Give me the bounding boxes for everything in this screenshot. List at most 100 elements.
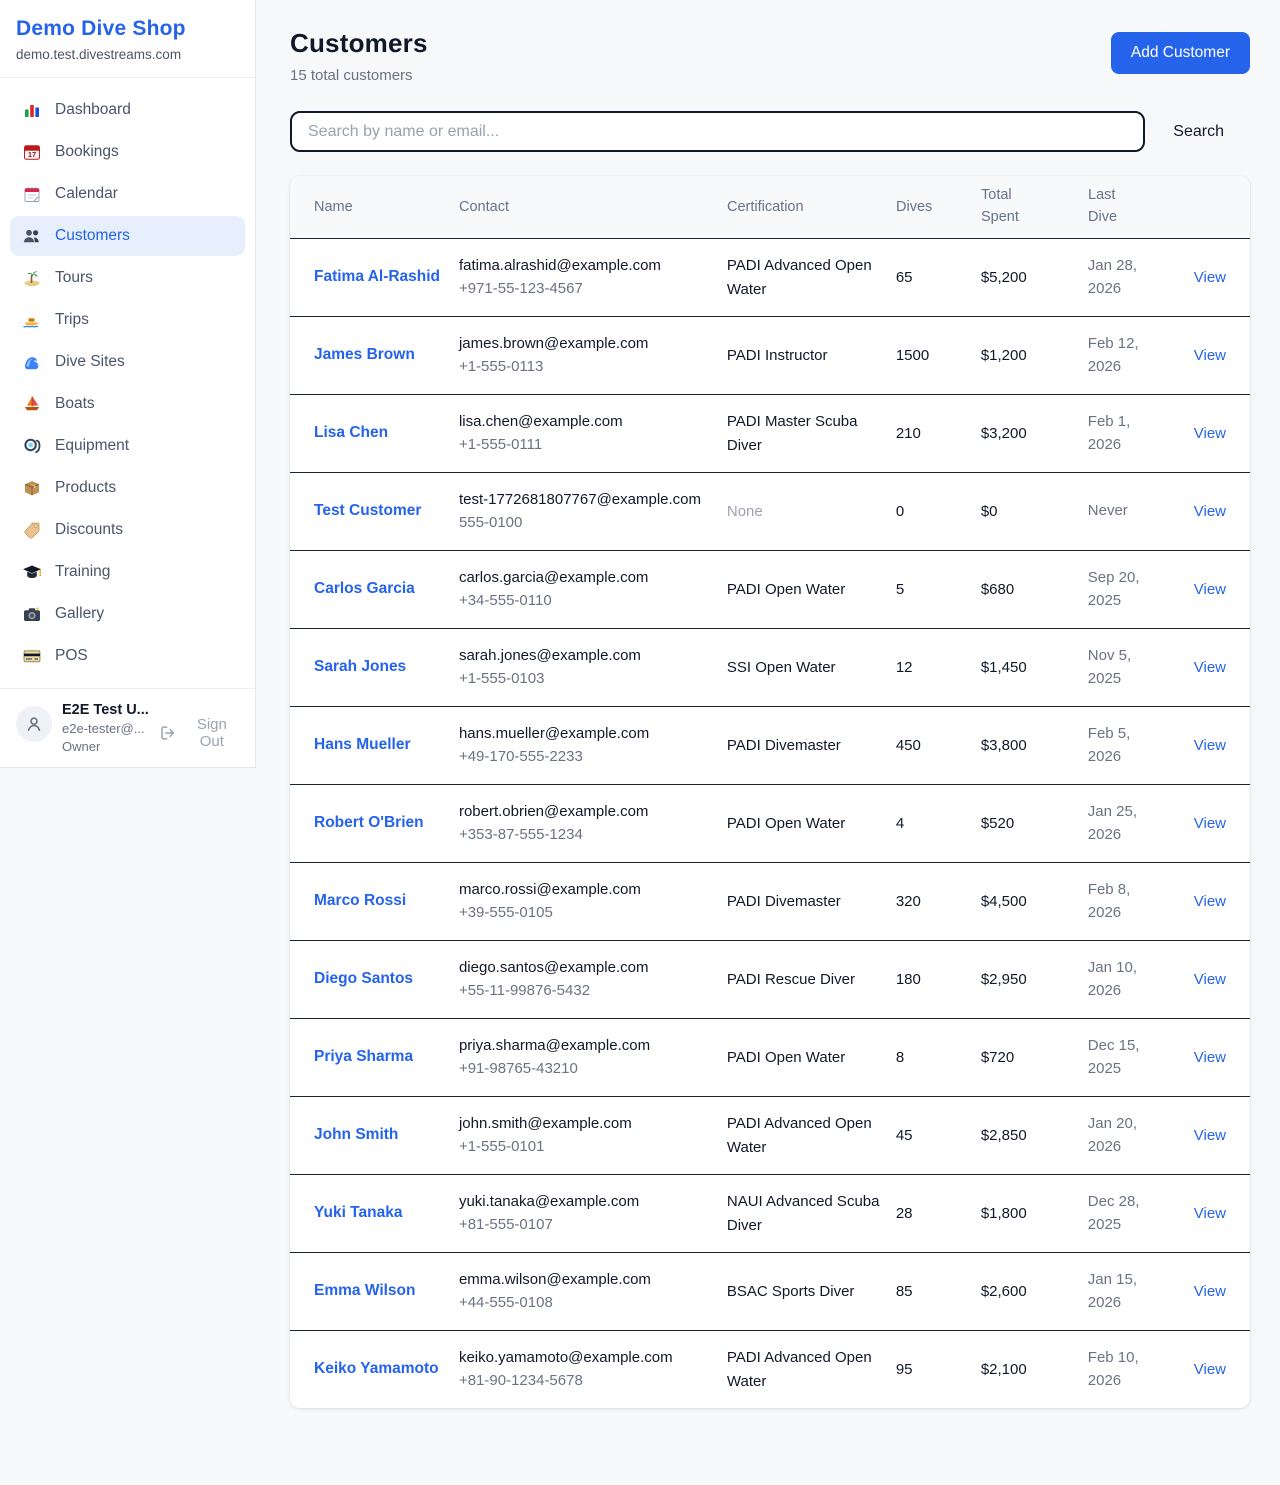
add-customer-button[interactable]: Add Customer (1111, 32, 1250, 74)
customer-name-link[interactable]: Sarah Jones (314, 655, 406, 679)
sidebar-item-equipment[interactable]: Equipment (10, 426, 245, 466)
sidebar-item-label: Customers (55, 227, 130, 245)
view-link[interactable]: View (1194, 1283, 1226, 1300)
certification-text: None (727, 503, 763, 520)
sidebar-item-label: Bookings (55, 143, 119, 161)
view-link[interactable]: View (1194, 503, 1226, 520)
customer-name-link[interactable]: Test Customer (314, 499, 421, 523)
customer-name-link[interactable]: Hans Mueller (314, 733, 410, 757)
table-row: Hans Muellerhans.mueller@example.com+49-… (290, 706, 1250, 784)
last-dive-date: Feb 1, 2026 (1088, 411, 1148, 456)
sidebar-item-tours[interactable]: Tours (10, 258, 245, 298)
certification-text: PADI Master Scuba Diver (727, 413, 858, 454)
customer-email: keiko.yamamoto@example.com (459, 1347, 713, 1370)
total-spent: $2,950 (981, 971, 1027, 988)
view-link[interactable]: View (1194, 1205, 1226, 1222)
view-link[interactable]: View (1194, 1127, 1226, 1144)
tag-icon (22, 520, 42, 540)
sign-out-button[interactable]: Sign Out (159, 702, 241, 750)
dives-count: 65 (896, 269, 913, 286)
sidebar-item-pos[interactable]: POS (10, 636, 245, 676)
table-row: Emma Wilson emma.wilson@example.com+44-55… (290, 1252, 1250, 1330)
customer-name-link[interactable]: Diego Santos (314, 967, 413, 991)
view-link[interactable]: View (1194, 659, 1226, 676)
customer-email: carlos.garcia@example.com (459, 567, 713, 590)
sidebar-item-label: Dashboard (55, 101, 131, 119)
sidebar-item-label: Gallery (55, 605, 104, 623)
customer-contact: yuki.tanaka@example.com+81-555-0107 (459, 1191, 727, 1237)
table-row: Carlos Garcia carlos.garcia@example.com+3… (290, 550, 1250, 628)
certification-text: PADI Divemaster (727, 893, 841, 910)
customer-email: test-1772681807767@example.com (459, 489, 713, 512)
customer-name-link[interactable]: Emma Wilson (314, 1279, 416, 1303)
customers-table: NameContactCertificationDivesTotal Spent… (290, 176, 1250, 1408)
view-link[interactable]: View (1194, 347, 1226, 364)
sidebar-item-calendar[interactable]: Calendar (10, 174, 245, 214)
view-link[interactable]: View (1194, 1361, 1226, 1378)
customer-name-link[interactable]: John Smith (314, 1123, 398, 1147)
last-dive-date: Jan 15, 2026 (1088, 1269, 1148, 1314)
table-row: Lisa Chenlisa.chen@example.com+1-555-011… (290, 394, 1250, 472)
table-row: Marco Rossimarco.rossi@example.com+39-55… (290, 862, 1250, 940)
customer-name-link[interactable]: Fatima Al-Rashid (314, 265, 440, 289)
customer-name-link[interactable]: Marco Rossi (314, 889, 406, 913)
total-spent: $5,200 (981, 269, 1027, 286)
view-link[interactable]: View (1194, 425, 1226, 442)
customer-phone: +1-555-0101 (459, 1136, 713, 1159)
person-icon (24, 714, 44, 734)
customer-name-link[interactable]: Robert O'Brien (314, 811, 424, 835)
sidebar-item-dive-sites[interactable]: Dive Sites (10, 342, 245, 382)
sidebar-item-bookings[interactable]: 17 Bookings (10, 132, 245, 172)
last-dive-date: Feb 5, 2026 (1088, 723, 1148, 768)
view-link[interactable]: View (1194, 815, 1226, 832)
search-button[interactable]: Search (1145, 123, 1250, 141)
sidebar-item-dashboard[interactable]: Dashboard (10, 90, 245, 130)
customer-name-link[interactable]: Priya Sharma (314, 1045, 413, 1069)
customer-contact: emma.wilson@example.com+44-555-0108 (459, 1269, 727, 1315)
sidebar-item-gallery[interactable]: Gallery (10, 594, 245, 634)
column-header-contact: Contact (459, 199, 727, 215)
certification-text: PADI Advanced Open Water (727, 1349, 872, 1390)
view-link[interactable]: View (1194, 1049, 1226, 1066)
dives-count: 8 (896, 1049, 904, 1066)
sidebar-item-discounts[interactable]: Discounts (10, 510, 245, 550)
customer-email: hans.mueller@example.com (459, 723, 713, 746)
view-link[interactable]: View (1194, 737, 1226, 754)
customer-name-link[interactable]: Yuki Tanaka (314, 1201, 402, 1225)
shop-domain: demo.test.divestreams.com (16, 47, 239, 62)
view-link[interactable]: View (1194, 269, 1226, 286)
customer-phone: +34-555-0110 (459, 590, 713, 613)
sidebar-item-boats[interactable]: Boats (10, 384, 245, 424)
table-row: Sarah Jonessarah.jones@example.com+1-555… (290, 628, 1250, 706)
view-link[interactable]: View (1194, 893, 1226, 910)
customer-email: fatima.alrashid@example.com (459, 255, 713, 278)
total-spent: $1,800 (981, 1205, 1027, 1222)
column-header-name: Name (314, 199, 459, 215)
customer-phone: +81-555-0107 (459, 1214, 713, 1237)
customer-name-link[interactable]: Lisa Chen (314, 421, 388, 445)
customer-email: robert.obrien@example.com (459, 801, 713, 824)
dives-count: 95 (896, 1361, 913, 1378)
customer-name-link[interactable]: Keiko Yamamoto (314, 1357, 439, 1381)
view-link[interactable]: View (1194, 971, 1226, 988)
customer-name-link[interactable]: Carlos Garcia (314, 577, 415, 601)
dives-count: 1500 (896, 347, 929, 364)
search-input[interactable] (290, 111, 1145, 152)
view-link[interactable]: View (1194, 581, 1226, 598)
customer-contact: carlos.garcia@example.com+34-555-0110 (459, 567, 727, 613)
sidebar-item-training[interactable]: Training (10, 552, 245, 592)
sidebar-item-products[interactable]: Products (10, 468, 245, 508)
sidebar-item-customers[interactable]: Customers (10, 216, 245, 256)
sidebar-item-label: Calendar (55, 185, 118, 203)
calendar-date-icon: 17 (22, 142, 42, 162)
sidebar-item-trips[interactable]: Trips (10, 300, 245, 340)
camera-icon (22, 604, 42, 624)
dives-count: 320 (896, 893, 921, 910)
shop-name: Demo Dive Shop (16, 17, 239, 41)
customer-name-link[interactable]: James Brown (314, 343, 415, 367)
customer-email: emma.wilson@example.com (459, 1269, 713, 1292)
sidebar-item-label: Dive Sites (55, 353, 125, 371)
last-dive-date: Nov 5, 2025 (1088, 645, 1148, 690)
sign-out-label: Sign Out (183, 716, 241, 750)
customer-contact: keiko.yamamoto@example.com+81-90-1234-56… (459, 1347, 727, 1393)
